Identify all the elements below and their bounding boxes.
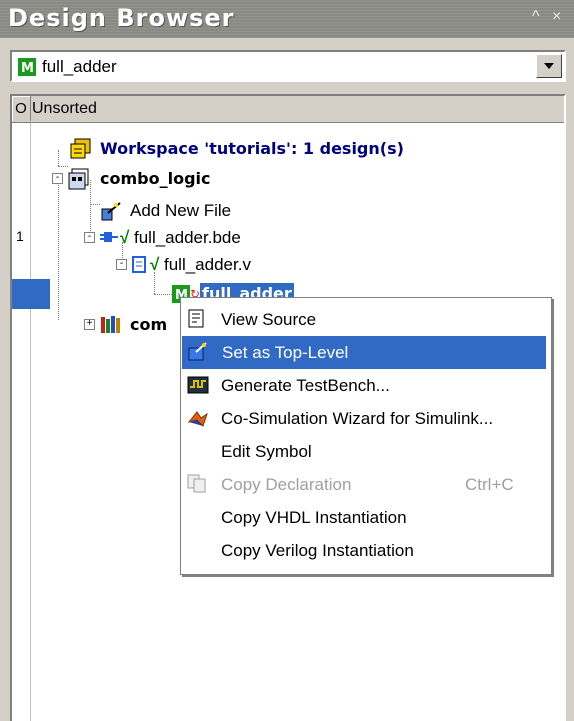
tree-item-design[interactable]: combo_logic <box>68 164 268 194</box>
menu-item-shortcut: Ctrl+C <box>465 475 514 494</box>
tree-line <box>58 180 59 320</box>
bde-file-label: full_adder.bde <box>134 228 241 247</box>
compiled-check-icon: √ <box>150 255 160 274</box>
view-source-icon <box>188 309 204 328</box>
column-unsorted-header[interactable]: Unsorted <box>32 96 97 121</box>
library-label: com <box>130 315 168 334</box>
menu-item-set-top-level[interactable]: Set as Top-Level <box>182 336 546 369</box>
design-selector-combo[interactable]: M full_adder <box>10 50 566 82</box>
add-file-wand-icon <box>101 202 121 221</box>
status-gutter <box>12 123 31 721</box>
tree-item-bde-file[interactable]: √ full_adder.bde <box>100 223 300 253</box>
workspace-label: Workspace 'tutorials': 1 design(s) <box>100 139 404 158</box>
collapse-bde-toggle[interactable]: - <box>84 232 95 243</box>
tree-header: O Unsorted <box>12 96 564 123</box>
collapse-v-toggle[interactable]: - <box>116 259 127 270</box>
menu-item-label: Co-Simulation Wizard for Simulink... <box>221 409 494 428</box>
menu-item-copy-declaration: Copy Declaration Ctrl+C <box>181 468 551 501</box>
column-o-header[interactable]: O <box>12 96 31 121</box>
context-menu: View Source Set as Top-Level Generate Te… <box>180 297 552 575</box>
verilog-module-icon: M <box>18 58 36 76</box>
menu-item-co-simulation-wizard[interactable]: Co-Simulation Wizard for Simulink... <box>181 402 551 435</box>
tree-line <box>90 204 100 205</box>
menu-item-label: View Source <box>221 310 317 329</box>
expand-library-toggle[interactable]: + <box>84 319 95 330</box>
design-label: combo_logic <box>100 169 211 188</box>
menu-item-generate-testbench[interactable]: Generate TestBench... <box>181 369 551 402</box>
verilog-file-icon <box>132 256 146 273</box>
collapse-design-toggle[interactable]: - <box>52 173 63 184</box>
menu-item-view-source[interactable]: View Source <box>181 303 551 336</box>
menu-item-copy-vhdl-instantiation[interactable]: Copy VHDL Instantiation <box>181 501 551 534</box>
tree-item-add-new-file[interactable]: Add New File <box>100 196 300 226</box>
set-top-level-icon <box>188 342 207 361</box>
block-diagram-icon <box>100 232 118 242</box>
menu-item-label: Copy Verilog Instantiation <box>221 541 414 560</box>
close-icon[interactable]: × <box>552 8 561 26</box>
menu-item-label: Copy Declaration <box>221 475 352 494</box>
copy-icon <box>187 474 206 493</box>
window-title: Design Browser <box>8 4 235 32</box>
library-books-icon <box>101 316 120 333</box>
selection-gutter-marker <box>12 279 50 309</box>
matlab-icon <box>187 411 208 427</box>
design-icon <box>68 168 89 190</box>
menu-item-label: Generate TestBench... <box>221 376 390 395</box>
menu-item-edit-symbol[interactable]: Edit Symbol <box>181 435 551 468</box>
tree-item-v-file[interactable]: √ full_adder.v <box>132 250 332 280</box>
menu-item-label: Copy VHDL Instantiation <box>221 508 407 527</box>
tree-line <box>58 150 59 166</box>
tree-item-workspace[interactable]: Workspace 'tutorials': 1 design(s) <box>70 134 470 164</box>
tree-line <box>58 166 68 167</box>
line-number: 1 <box>16 228 24 244</box>
chevron-down-icon <box>544 63 554 69</box>
menu-item-label: Set as Top-Level <box>222 343 349 362</box>
combo-value: full_adder <box>42 57 117 76</box>
pin-icon[interactable]: ^ <box>532 8 540 26</box>
title-bar: Design Browser ^ × <box>0 0 574 38</box>
testbench-icon <box>187 376 209 394</box>
svg-text:M: M <box>21 61 34 76</box>
workspace-icon <box>70 138 91 159</box>
menu-item-label: Edit Symbol <box>221 442 312 461</box>
menu-item-copy-verilog-instantiation[interactable]: Copy Verilog Instantiation <box>181 534 551 567</box>
v-file-label: full_adder.v <box>164 255 251 274</box>
dropdown-button[interactable] <box>536 54 562 78</box>
compiled-check-icon: √ <box>120 228 130 247</box>
add-new-file-label: Add New File <box>130 201 232 220</box>
